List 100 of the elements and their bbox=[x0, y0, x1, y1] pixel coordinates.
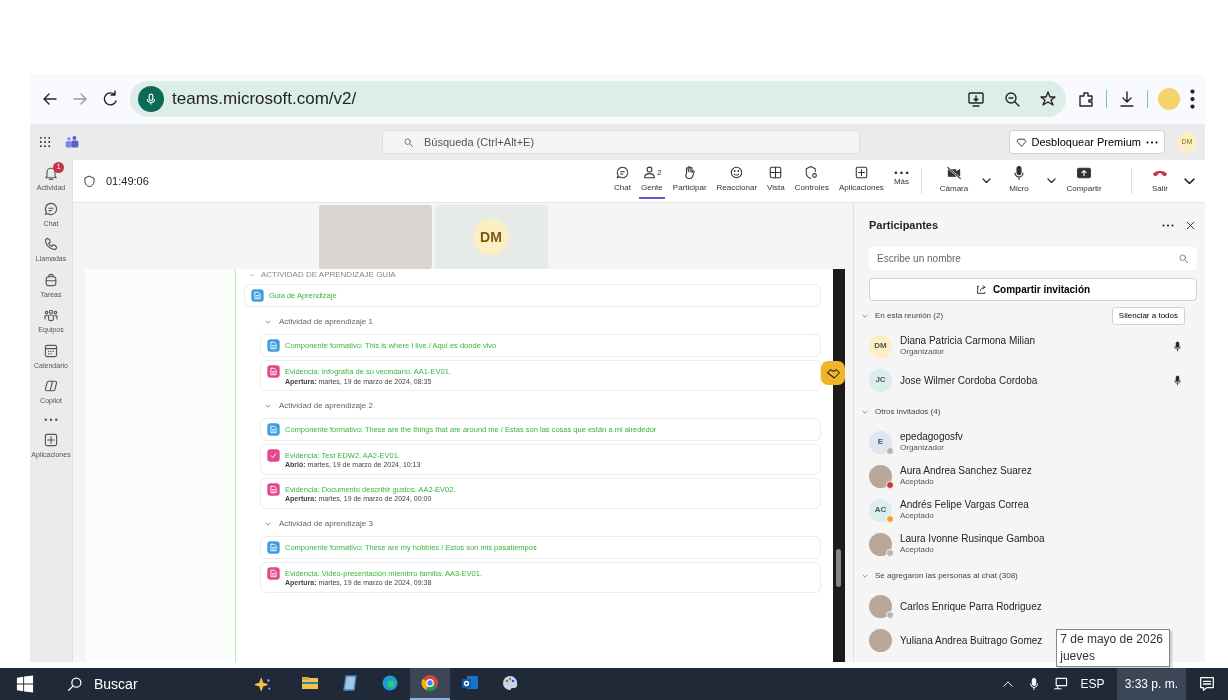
toolbar-button[interactable]: Reaccionar bbox=[714, 163, 760, 199]
participant-role: Organizador bbox=[900, 345, 946, 358]
microphone-icon bbox=[1011, 164, 1027, 181]
page-icon bbox=[267, 422, 280, 436]
taskbar-app[interactable] bbox=[410, 668, 450, 700]
language-indicator[interactable]: ESP bbox=[1080, 675, 1105, 693]
page-icon bbox=[251, 289, 264, 302]
chevron-down-icon bbox=[248, 271, 256, 279]
caret-icon bbox=[1184, 177, 1195, 185]
participant-name: Aura Andrea Sanchez Suarez bbox=[900, 464, 1032, 476]
download-icon bbox=[1117, 89, 1137, 109]
share-invitation-button[interactable]: Compartir invitación bbox=[869, 278, 1197, 301]
section-heading: ACTIVIDAD DE APRENDIZAJE GUIA bbox=[261, 269, 396, 281]
plusbox-icon bbox=[43, 432, 59, 448]
toolbar-button[interactable]: 2 Gente bbox=[639, 163, 665, 199]
browser-icon bbox=[420, 673, 440, 693]
app-launcher-icon bbox=[38, 135, 52, 149]
group-heading[interactable]: En esta reunión (2) bbox=[875, 310, 944, 322]
participant-role: Aceptado bbox=[900, 509, 935, 522]
toolbar-button[interactable]: Participar bbox=[670, 163, 709, 199]
install-icon bbox=[966, 89, 986, 109]
person-icon bbox=[642, 165, 658, 180]
network-icon bbox=[1052, 676, 1069, 692]
search-field[interactable]: Búsqueda (Ctrl+Alt+E) bbox=[382, 130, 860, 154]
participant-name: Yuliana Andrea Buitrago Gomez bbox=[900, 634, 1043, 646]
shieldg-icon bbox=[804, 165, 820, 180]
section-title[interactable]: Actividad de aprendizaje 1 bbox=[279, 316, 373, 328]
participant-role: Organizador bbox=[900, 442, 946, 454]
microphone-icon bbox=[138, 86, 164, 112]
share-icon bbox=[975, 284, 987, 295]
browser-icon bbox=[380, 673, 400, 693]
toolbar-button[interactable]: Más bbox=[891, 168, 911, 194]
chat-icon bbox=[615, 165, 631, 180]
device-button[interactable]: Micro bbox=[997, 162, 1041, 200]
teams-logo-icon bbox=[64, 134, 80, 150]
participant-name: Carlos Enrique Parra Rodriguez bbox=[900, 600, 1042, 612]
participant-avatar: DM bbox=[869, 334, 892, 358]
toolbar-button[interactable]: Aplicaciones bbox=[836, 163, 886, 199]
diamond-icon bbox=[1015, 136, 1027, 148]
paint-palette-icon bbox=[500, 673, 520, 693]
group-heading[interactable]: Otros invitados (4) bbox=[875, 406, 941, 418]
more-icon bbox=[1162, 223, 1174, 227]
taskbar-search[interactable]: Buscar bbox=[50, 668, 290, 700]
microphone-icon bbox=[1172, 340, 1183, 352]
more-icon bbox=[44, 417, 58, 421]
people-icon bbox=[43, 307, 59, 323]
bag-icon bbox=[43, 271, 59, 288]
group-heading[interactable]: Se agregaron las personas al chat (308) bbox=[875, 570, 1018, 582]
clock[interactable]: 3:33 p. m. bbox=[1116, 668, 1186, 700]
premium-button[interactable]: Desbloquear Premium bbox=[1008, 130, 1165, 154]
participant-name: epedagogosfv bbox=[900, 430, 963, 442]
bell-icon bbox=[43, 165, 59, 181]
panel-title: Participantes bbox=[869, 217, 939, 233]
page-icon bbox=[267, 339, 280, 352]
notifications-icon bbox=[1198, 675, 1216, 693]
participant-role: Aceptado bbox=[900, 475, 935, 488]
participant-avatar: DM bbox=[473, 219, 509, 255]
mute-all-button[interactable]: Silenciar a todos bbox=[1111, 307, 1185, 325]
participant-name: Diana Patricia Carmona Milian bbox=[900, 334, 1036, 346]
participant-name: Jose Wilmer Cordoba Cordoba bbox=[900, 374, 1038, 386]
device-button[interactable]: Compartir bbox=[1062, 162, 1106, 200]
extensions-icon bbox=[1076, 89, 1096, 109]
caret-icon bbox=[982, 178, 991, 184]
url-text: teams.microsoft.com/v2/ bbox=[172, 88, 357, 111]
device-button[interactable]: Cámara bbox=[932, 162, 976, 200]
participant-avatar: AC bbox=[869, 498, 892, 522]
microphone-icon bbox=[1172, 374, 1183, 386]
more-icon bbox=[1146, 140, 1158, 144]
toolbar-button[interactable]: Controles bbox=[792, 163, 831, 199]
section-title[interactable]: Actividad de aprendizaje 3 bbox=[279, 517, 373, 530]
address-bar[interactable]: teams.microsoft.com/v2/ bbox=[130, 81, 1066, 117]
participant-avatar: JC bbox=[869, 368, 892, 392]
caret-icon bbox=[1047, 178, 1056, 184]
handshake-button[interactable] bbox=[821, 361, 845, 385]
toolbar-button[interactable]: Chat bbox=[612, 163, 633, 199]
tooltip-date: 7 de mayo de 2026 bbox=[1060, 631, 1163, 649]
hand-icon bbox=[682, 165, 698, 180]
chevron-down-icon bbox=[264, 318, 272, 326]
zoom-icon bbox=[1002, 89, 1022, 109]
leave-button[interactable]: Salir bbox=[1142, 162, 1178, 200]
meeting-timer: 01:49:06 bbox=[106, 173, 149, 189]
search-icon bbox=[1178, 253, 1189, 264]
toolbar-button[interactable]: Vista bbox=[765, 163, 787, 199]
page-icon bbox=[267, 540, 280, 554]
section-title[interactable]: Actividad de aprendizaje 2 bbox=[279, 399, 373, 412]
assignment-icon bbox=[267, 365, 280, 378]
search-icon bbox=[403, 136, 414, 148]
windows-logo-icon[interactable] bbox=[16, 675, 34, 693]
plusbox-icon bbox=[853, 165, 869, 180]
dots-icon bbox=[893, 170, 909, 175]
cal-icon bbox=[43, 342, 59, 359]
name-search-field[interactable]: Escribe un nombre bbox=[869, 247, 1197, 270]
quiz-icon bbox=[267, 448, 280, 462]
menu-icon bbox=[1190, 89, 1195, 109]
participant-role: Aceptado bbox=[900, 543, 935, 556]
camera-off-icon bbox=[946, 164, 962, 181]
more-apps-button[interactable] bbox=[44, 417, 58, 421]
shield-icon bbox=[83, 174, 96, 188]
participant-name: Andrés Felipe Vargas Correa bbox=[900, 498, 1029, 510]
phone-icon bbox=[43, 236, 59, 252]
